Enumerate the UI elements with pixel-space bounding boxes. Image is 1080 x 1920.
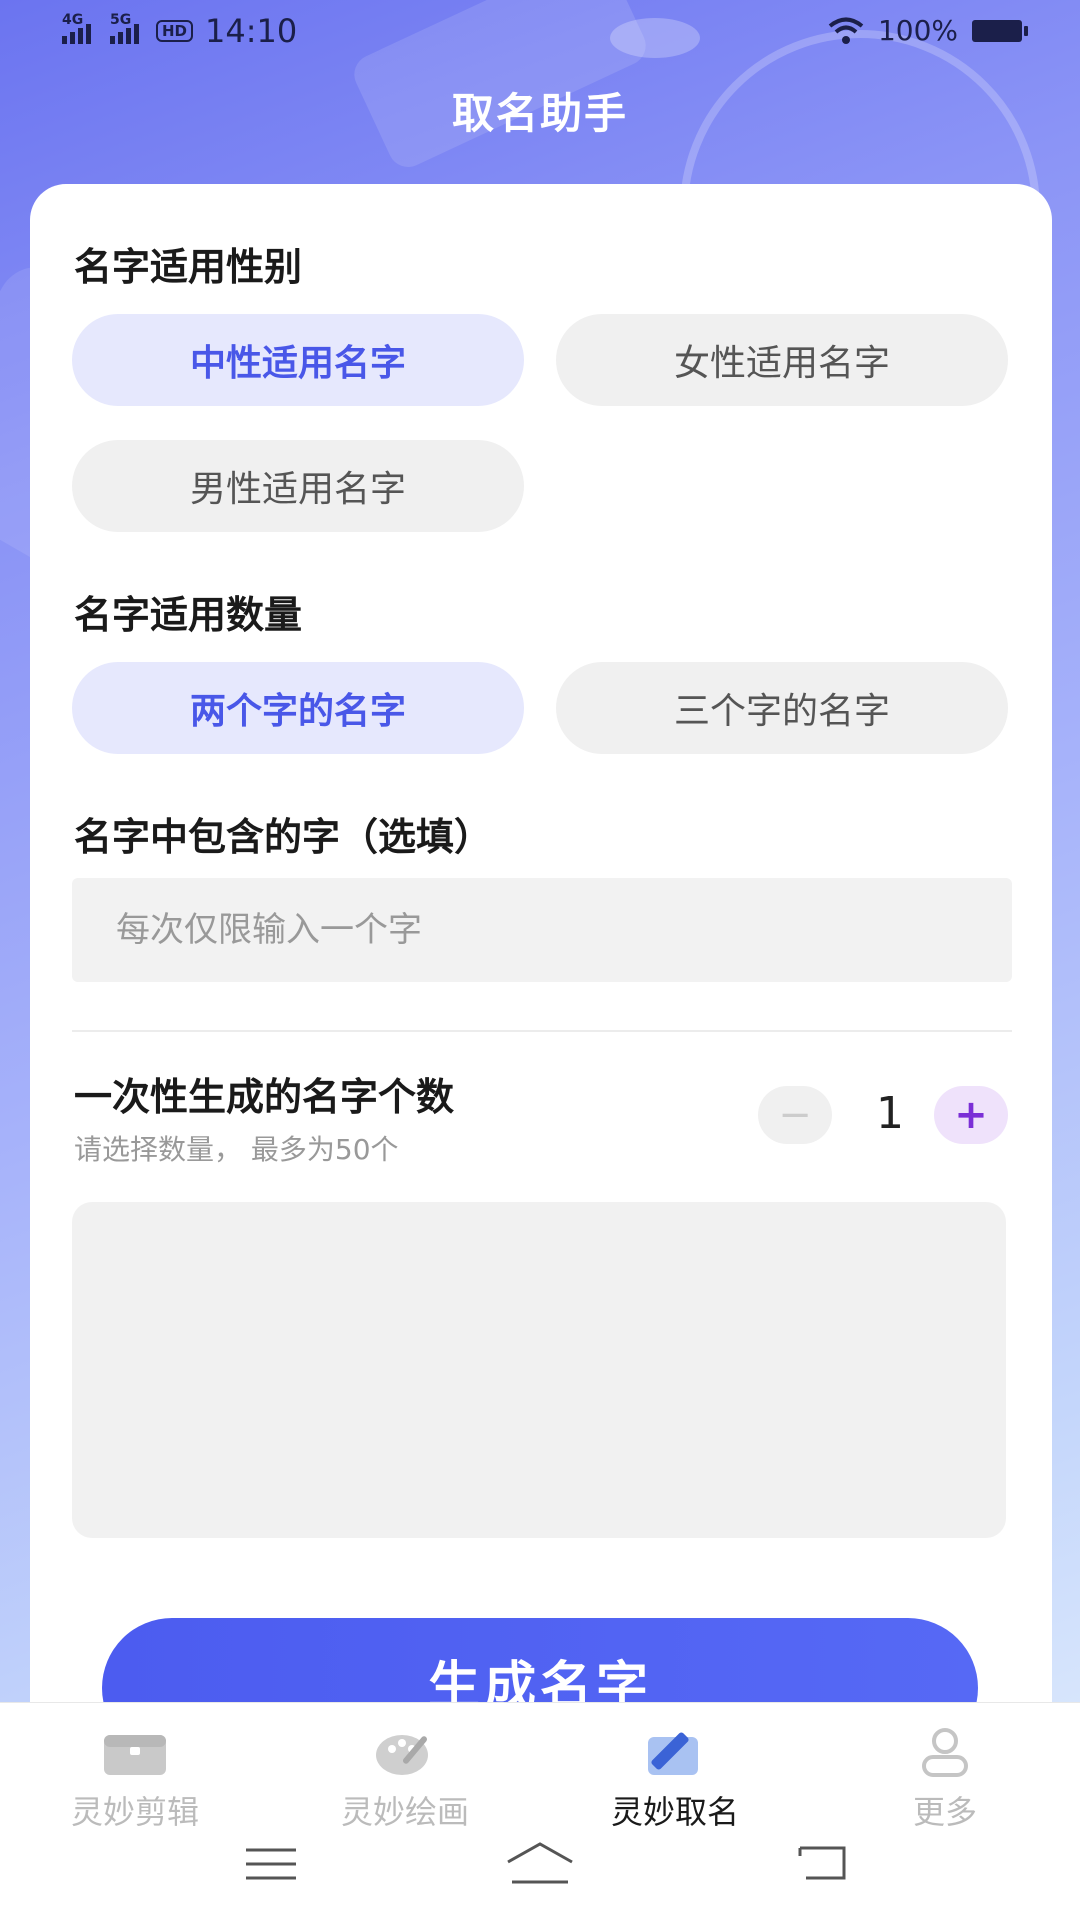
signal-4g-icon: 4G	[62, 12, 94, 44]
hd-voice-icon: HD	[156, 20, 194, 42]
form-card: 名字适用性别 中性适用名字 女性适用名字 男性适用名字 名字适用数量 两个字的名…	[30, 184, 1052, 1744]
tab-more-label: 更多	[912, 1793, 977, 1831]
tab-clip[interactable]: 灵妙剪辑	[35, 1727, 235, 1833]
home-icon[interactable]	[504, 1840, 576, 1886]
status-bar: 4G 5G HD 14:10 100%	[0, 0, 1080, 64]
decrement-button[interactable]: −	[758, 1086, 832, 1144]
include-char-title: 名字中包含的字（选填）	[74, 815, 493, 859]
back-icon[interactable]	[796, 1842, 850, 1884]
result-area	[72, 1202, 1006, 1538]
gender-option-female[interactable]: 女性适用名字	[556, 314, 1008, 406]
system-nav-bar	[0, 1840, 1080, 1920]
count-value: 1	[876, 1088, 904, 1139]
tab-clip-label: 灵妙剪辑	[70, 1793, 199, 1831]
signal-5g-icon: 5G	[110, 12, 144, 44]
wifi-icon	[828, 17, 864, 44]
menu-icon[interactable]	[244, 1844, 298, 1884]
palette-icon	[372, 1727, 438, 1777]
battery-percent: 100%	[877, 14, 958, 47]
count-subtitle: 请选择数量， 最多为50个	[74, 1133, 399, 1166]
tab-naming[interactable]: 灵妙取名	[575, 1727, 775, 1833]
length-option-three[interactable]: 三个字的名字	[556, 662, 1008, 754]
user-icon	[912, 1727, 978, 1777]
length-option-two[interactable]: 两个字的名字	[72, 662, 524, 754]
tab-more[interactable]: 更多	[845, 1727, 1045, 1833]
clock: 14:10	[205, 12, 298, 50]
edit-pen-icon	[642, 1727, 708, 1777]
gender-option-male[interactable]: 男性适用名字	[72, 440, 524, 532]
length-section-title: 名字适用数量	[74, 593, 303, 637]
tab-paint[interactable]: 灵妙绘画	[305, 1727, 505, 1833]
include-char-input[interactable]	[72, 878, 1012, 982]
count-title: 一次性生成的名字个数	[74, 1075, 455, 1119]
gender-option-neutral[interactable]: 中性适用名字	[72, 314, 524, 406]
increment-button[interactable]: +	[934, 1086, 1008, 1144]
divider	[72, 1030, 1012, 1032]
page-title: 取名助手	[451, 89, 628, 138]
gender-section-title: 名字适用性别	[74, 245, 303, 289]
tab-naming-label: 灵妙取名	[610, 1793, 739, 1831]
tab-paint-label: 灵妙绘画	[340, 1793, 469, 1831]
toolbox-icon	[102, 1727, 168, 1777]
battery-icon	[972, 19, 1028, 42]
